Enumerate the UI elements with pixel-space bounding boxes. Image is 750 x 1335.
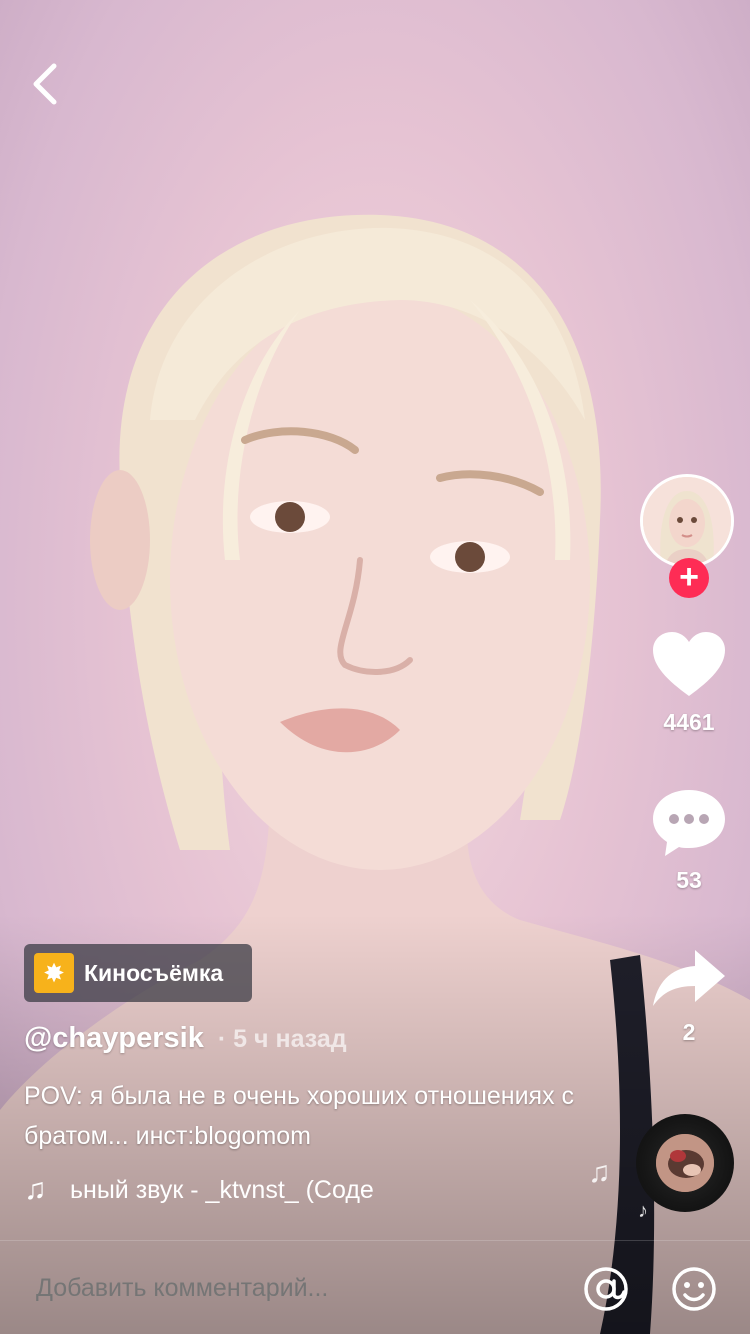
- chevron-left-icon: [33, 63, 57, 105]
- effect-tag[interactable]: ✸ Киносъёмка: [24, 944, 252, 1002]
- comment-count: 53: [676, 867, 702, 893]
- music-cover-image: [656, 1134, 714, 1192]
- share-button[interactable]: 2: [620, 948, 750, 1046]
- effect-label: Киносъёмка: [84, 959, 224, 986]
- emoji-face-icon[interactable]: [670, 1265, 718, 1313]
- music-note-icon: ♫: [24, 1173, 47, 1206]
- video-caption: POV: я была не в очень хороших отношения…: [24, 1082, 575, 1150]
- sparkle-effect-icon: ✸: [34, 953, 74, 993]
- comment-button[interactable]: 53: [620, 788, 750, 894]
- comment-input[interactable]: [34, 1267, 558, 1309]
- author-username[interactable]: @chaypersik: [24, 1022, 204, 1054]
- floating-music-note-icon: ♫: [588, 1156, 611, 1189]
- author-line: @chaypersik · 5 ч назад: [24, 1022, 347, 1055]
- music-disc-button[interactable]: [636, 1114, 734, 1212]
- avatar: [640, 474, 734, 568]
- music-track[interactable]: ♫ ьный звук - _ktvnst_ (Соде: [24, 1172, 460, 1208]
- author-avatar-button[interactable]: +: [640, 474, 738, 598]
- floating-music-note-icon-small: ♪: [638, 1200, 648, 1222]
- heart-icon: [653, 632, 725, 696]
- mention-at-icon[interactable]: [582, 1265, 630, 1313]
- post-time: · 5 ч назад: [217, 1025, 347, 1053]
- back-button[interactable]: [22, 56, 72, 112]
- like-count: 4461: [663, 709, 715, 735]
- follow-button[interactable]: +: [669, 558, 709, 598]
- like-button[interactable]: 4461: [620, 630, 750, 736]
- share-count: 2: [682, 1019, 696, 1045]
- comment-bubble-icon: [653, 790, 725, 856]
- share-arrow-icon: [653, 950, 725, 1006]
- comment-bar: [0, 1240, 750, 1335]
- music-track-text: ьный звук - _ktvnst_ (Соде: [70, 1175, 374, 1204]
